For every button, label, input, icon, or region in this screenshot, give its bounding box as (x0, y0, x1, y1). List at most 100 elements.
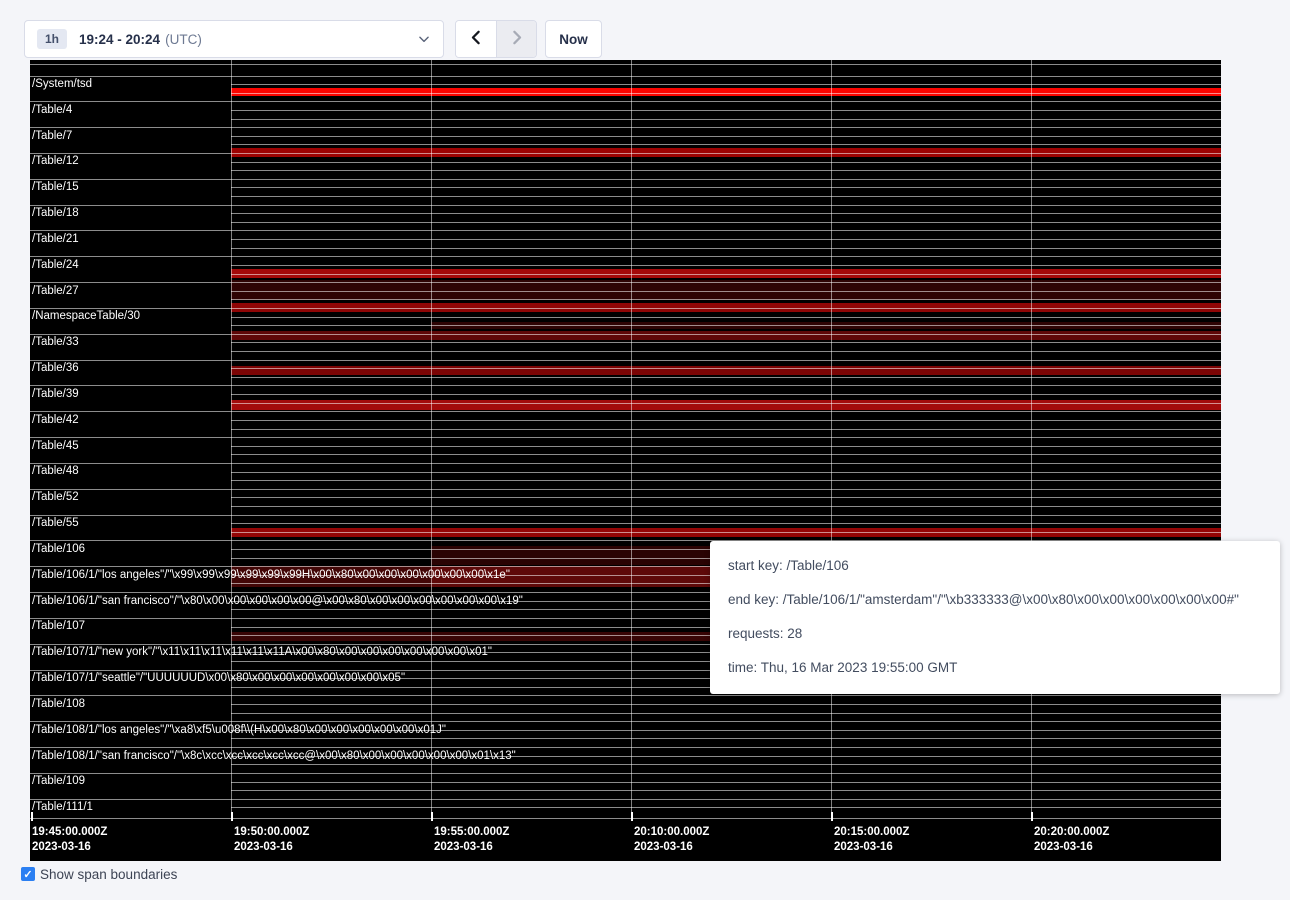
row-label: /Table/39 (32, 388, 79, 400)
span-boundary-line (30, 411, 1221, 412)
axis-date: 2023-03-16 (234, 840, 309, 855)
range-boundary-line (231, 454, 1221, 455)
row-label: /Table/108/1/"san francisco"/"\x8c\xcc\x… (32, 750, 516, 762)
range-boundary-line (231, 144, 1221, 145)
time-range-duration-badge: 1h (37, 29, 67, 49)
range-boundary-line (231, 713, 1221, 714)
now-button[interactable]: Now (545, 20, 602, 58)
tooltip-requests: requests: 28 (728, 617, 1262, 651)
row-label: /Table/4 (32, 104, 72, 116)
axis-label: 20:10:00.000Z2023-03-16 (634, 825, 709, 855)
key-visualizer-canvas[interactable]: /System/tsd/Table/4/Table/7/Table/12/Tab… (30, 60, 1221, 861)
axis-date: 2023-03-16 (834, 840, 909, 855)
heat-band[interactable] (231, 400, 1221, 410)
axis-tick (631, 812, 633, 821)
row-label: /Table/108 (32, 698, 85, 710)
range-boundary-line (231, 738, 1221, 739)
axis-date: 2023-03-16 (32, 840, 107, 855)
range-boundary-line (231, 239, 1221, 240)
heat-band[interactable] (231, 88, 1221, 96)
row-label: /Table/12 (32, 155, 79, 167)
next-interval-button[interactable] (496, 21, 536, 57)
range-boundary-line (231, 807, 1221, 808)
tooltip-end-key: end key: /Table/106/1/"amsterdam"/"\xb33… (728, 583, 1262, 617)
tooltip-start-key: start key: /Table/106 (728, 549, 1262, 583)
span-boundary-line (30, 334, 1221, 335)
span-boundary-line (30, 179, 1221, 180)
span-boundary-line (30, 747, 1221, 748)
span-boundary-line (30, 127, 1221, 128)
row-label: /Table/106/1/"san francisco"/"\x80\x00\x… (32, 595, 523, 607)
span-boundary-line (30, 489, 1221, 490)
axis-time: 19:50:00.000Z (234, 825, 309, 840)
range-boundary-line (231, 342, 1221, 343)
range-boundary-line (231, 136, 1221, 137)
heat-band[interactable] (231, 331, 1221, 340)
range-boundary-line (231, 532, 1221, 533)
range-tooltip: start key: /Table/106 end key: /Table/10… (710, 541, 1280, 694)
chevron-left-icon (468, 29, 485, 49)
axis-time: 19:55:00.000Z (434, 825, 509, 840)
row-label: /System/tsd (32, 78, 92, 90)
axis-tick (431, 812, 433, 821)
chevron-down-icon (417, 32, 431, 46)
range-boundary-line (231, 325, 1221, 326)
range-boundary-line (231, 119, 1221, 120)
range-boundary-line (231, 764, 1221, 765)
range-boundary-line (231, 291, 1221, 292)
row-label: /Table/109 (32, 775, 85, 787)
span-boundary-line (30, 153, 1221, 154)
range-boundary-line (231, 429, 1221, 430)
show-span-boundaries-label: Show span boundaries (40, 866, 177, 883)
axis-date: 2023-03-16 (634, 840, 709, 855)
span-boundary-line (30, 515, 1221, 516)
prev-interval-button[interactable] (456, 21, 496, 57)
range-boundary-line (231, 317, 1221, 318)
range-boundary-line (231, 170, 1221, 171)
axis-date: 2023-03-16 (434, 840, 509, 855)
span-boundary-line (30, 256, 1221, 257)
range-boundary-line (231, 523, 1221, 524)
range-boundary-line (231, 265, 1221, 266)
row-label: /Table/33 (32, 336, 79, 348)
time-nav-group (455, 20, 537, 58)
row-label: /Table/111/1 (32, 801, 93, 813)
axis-tick (31, 812, 33, 821)
time-grid-line (231, 60, 232, 818)
tooltip-time: time: Thu, 16 Mar 2023 19:55:00 GMT (728, 651, 1262, 685)
row-label: /Table/18 (32, 207, 79, 219)
row-label: /Table/107 (32, 620, 85, 632)
axis-date: 2023-03-16 (1034, 840, 1109, 855)
span-boundary-line (30, 437, 1221, 438)
range-boundary-line (231, 377, 1221, 378)
row-label: /Table/45 (32, 440, 79, 452)
axis-time: 19:45:00.000Z (32, 825, 107, 840)
span-boundary-line (30, 230, 1221, 231)
range-boundary-line (231, 506, 1221, 507)
row-label: /Table/55 (32, 517, 79, 529)
time-range-selector[interactable]: 1h 19:24 - 20:24 (UTC) (24, 20, 444, 58)
span-boundary-line (30, 282, 1221, 283)
row-label: /NamespaceTable/30 (32, 310, 140, 322)
range-boundary-line (231, 84, 1221, 85)
range-boundary-line (231, 196, 1221, 197)
key-visualizer-page: { "toolbar": { "range_badge": "1h", "ran… (0, 0, 1290, 900)
row-label: /Table/106 (32, 543, 85, 555)
show-span-boundaries-checkbox[interactable]: ✓ (21, 867, 35, 881)
axis-tick (831, 812, 833, 821)
time-grid-line (631, 60, 632, 818)
range-boundary-line (231, 368, 1221, 369)
axis-time: 20:20:00.000Z (1034, 825, 1109, 840)
axis-time: 20:15:00.000Z (834, 825, 909, 840)
row-label: /Table/15 (32, 181, 79, 193)
range-boundary-line (231, 299, 1221, 300)
range-boundary-line (231, 222, 1221, 223)
range-boundary-line (231, 782, 1221, 783)
axis-label: 20:15:00.000Z2023-03-16 (834, 825, 909, 855)
axis-tick (231, 812, 233, 821)
span-boundary-line (30, 205, 1221, 206)
span-boundary-line (30, 385, 1221, 386)
time-grid-line (431, 60, 432, 818)
range-boundary-line (231, 274, 1221, 275)
axis-label: 19:50:00.000Z2023-03-16 (234, 825, 309, 855)
